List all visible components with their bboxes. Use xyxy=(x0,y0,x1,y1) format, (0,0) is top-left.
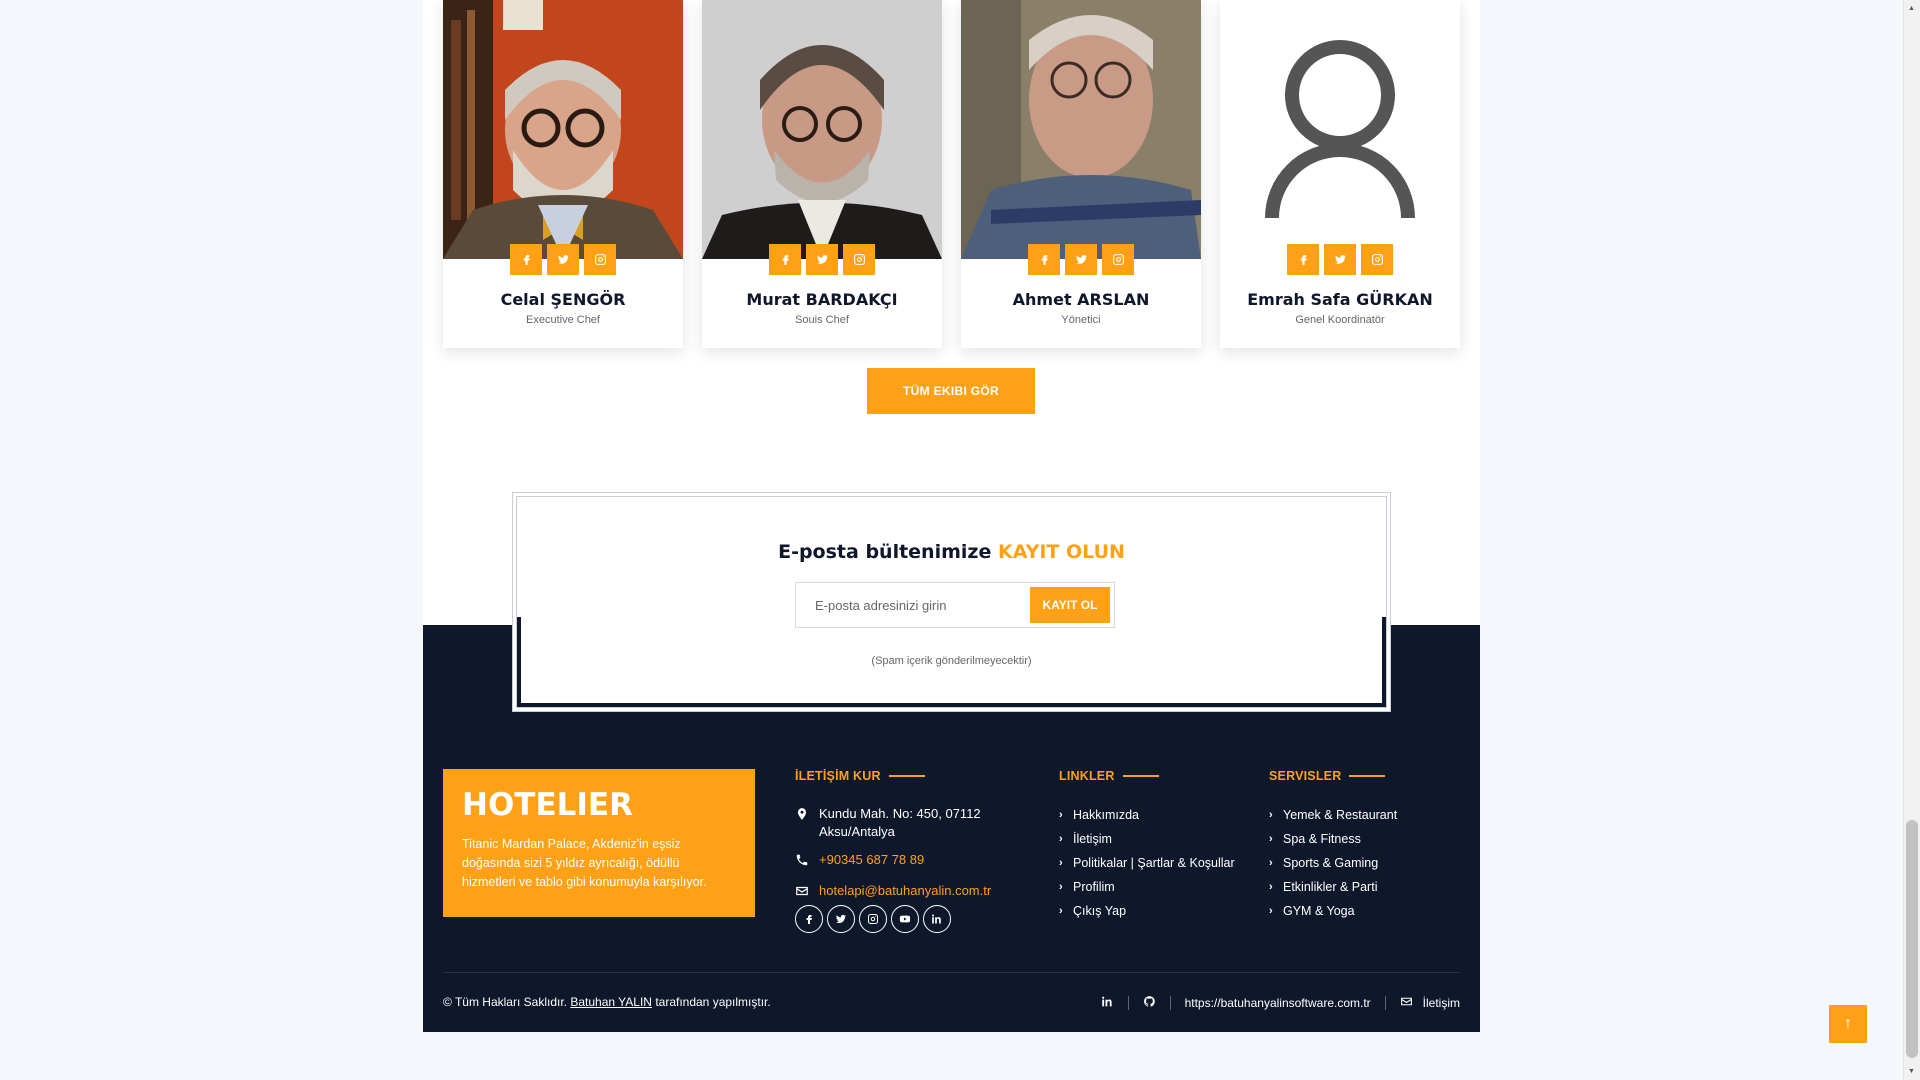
copyright: © Tüm Hakları Saklıdır. Batuhan YALIN ta… xyxy=(443,995,771,1009)
chevron-right-icon: › xyxy=(1059,857,1063,869)
linkedin-icon[interactable] xyxy=(1101,995,1114,1011)
chevron-right-icon: › xyxy=(1269,905,1273,917)
newsletter-title: E-posta bültenimize KAYIT OLUN xyxy=(778,541,1125,563)
team-card: Celal ŞENGÖR Executive Chef xyxy=(443,0,683,348)
twitter-icon[interactable] xyxy=(1065,244,1097,275)
team-card: Emrah Safa GÜRKAN Genel Koordinatör xyxy=(1220,0,1460,348)
link-policies[interactable]: › Politikalar | Şartlar & Koşullar xyxy=(1059,851,1235,875)
instagram-icon[interactable] xyxy=(1102,244,1134,275)
facebook-icon[interactable] xyxy=(1287,244,1319,275)
newsletter-box: E-posta bültenimize KAYIT OLUN KAYIT OL … xyxy=(512,492,1391,712)
service-sports[interactable]: › Sports & Gaming xyxy=(1269,851,1397,875)
footer-bottom-links: https://batuhanyalinsoftware.com.tr İlet… xyxy=(1101,995,1460,1011)
back-to-top-button[interactable]: ↑ xyxy=(1829,1005,1867,1043)
links-heading: LINKLER xyxy=(1059,769,1159,783)
contact-heading: İLETİŞİM KUR xyxy=(795,769,925,783)
chevron-right-icon: › xyxy=(1269,857,1273,869)
twitter-icon[interactable] xyxy=(1324,244,1356,275)
view-all-team-button[interactable]: TÜM EKIBI GÖR xyxy=(867,368,1035,414)
contact-link[interactable]: İletişim xyxy=(1423,996,1460,1010)
facebook-icon[interactable] xyxy=(510,244,542,275)
twitter-icon[interactable] xyxy=(547,244,579,275)
chevron-right-icon: › xyxy=(1059,905,1063,917)
phone-icon xyxy=(795,851,819,872)
link-profile[interactable]: › Profilim xyxy=(1059,875,1235,899)
scroll-down-icon[interactable]: ▼ xyxy=(1903,1063,1920,1080)
scroll-up-icon[interactable]: ▲ xyxy=(1903,0,1920,17)
link-logout[interactable]: › Çıkış Yap xyxy=(1059,899,1235,923)
instagram-icon[interactable] xyxy=(859,905,887,933)
team-member-name: Celal ŞENGÖR xyxy=(500,290,626,309)
arrow-up-icon: ↑ xyxy=(1844,1015,1852,1032)
team-photo xyxy=(443,0,683,259)
newsletter-note: (Spam içerik gönderilmeyecektir) xyxy=(871,655,1032,667)
address-text: Kundu Mah. No: 450, 07112 Aksu/Antalya xyxy=(819,806,981,839)
team-member-name: Murat BARDAKÇI xyxy=(746,290,898,309)
chevron-right-icon: › xyxy=(1059,881,1063,893)
services-list: › Yemek & Restaurant › Spa & Fitness › Spor… xyxy=(1269,803,1397,923)
github-icon[interactable] xyxy=(1143,995,1156,1011)
facebook-icon[interactable] xyxy=(1028,244,1060,275)
footer-divider xyxy=(443,972,1460,973)
link-contact[interactable]: › İletişim xyxy=(1059,827,1235,851)
chevron-right-icon: › xyxy=(1059,833,1063,845)
twitter-icon[interactable] xyxy=(827,905,855,933)
facebook-icon[interactable] xyxy=(769,244,801,275)
newsletter-email-input[interactable] xyxy=(797,584,1017,626)
team-member-role: Executive Chef xyxy=(526,314,600,326)
instagram-icon[interactable] xyxy=(584,244,616,275)
linkedin-icon[interactable] xyxy=(923,905,951,933)
team-socials xyxy=(443,244,683,275)
team-socials xyxy=(1220,244,1460,275)
chevron-right-icon: › xyxy=(1269,833,1273,845)
contact-info: Kundu Mah. No: 450, 07112 Aksu/Antalya +… xyxy=(795,805,1035,913)
author-link[interactable]: Batuhan YALIN xyxy=(570,995,652,1009)
chevron-right-icon: › xyxy=(1269,881,1273,893)
email-row: hotelapi@batuhanyalin.com.tr xyxy=(795,882,1035,903)
team-member-role: Yönetici xyxy=(1061,314,1101,326)
team-photo xyxy=(961,0,1201,259)
twitter-icon[interactable] xyxy=(806,244,838,275)
footer-social-links xyxy=(795,905,951,933)
page-content: Celal ŞENGÖR Executive Chef Murat BARDAK… xyxy=(423,0,1480,1032)
team-socials xyxy=(702,244,942,275)
envelope-icon xyxy=(1400,995,1413,1011)
facebook-icon[interactable] xyxy=(795,905,823,933)
newsletter-form: KAYIT OL xyxy=(795,582,1115,628)
team-photo xyxy=(702,0,942,259)
service-events[interactable]: › Etkinlikler & Parti xyxy=(1269,875,1397,899)
youtube-icon[interactable] xyxy=(891,905,919,933)
website-link[interactable]: https://batuhanyalinsoftware.com.tr xyxy=(1185,996,1371,1010)
chevron-right-icon: › xyxy=(1269,809,1273,821)
subscribe-button[interactable]: KAYIT OL xyxy=(1030,587,1110,623)
scrollbar[interactable]: ▲ ▼ xyxy=(1903,0,1920,1080)
links-list: › Hakkımızda › İletişim › Politikalar | Şar… xyxy=(1059,803,1235,923)
service-restaurant[interactable]: › Yemek & Restaurant xyxy=(1269,803,1397,827)
team-member-name: Emrah Safa GÜRKAN xyxy=(1247,290,1433,309)
user-placeholder-icon xyxy=(1220,0,1460,259)
brand-description: Titanic Mardan Palace, Akdeniz'in eşsiz … xyxy=(462,837,707,889)
link-about[interactable]: › Hakkımızda xyxy=(1059,803,1235,827)
map-marker-icon xyxy=(795,805,819,826)
team-member-role: Souis Chef xyxy=(795,314,849,326)
footer-brand: HOTELIER Titanic Mardan Palace, Akdeniz'… xyxy=(443,769,755,917)
service-spa[interactable]: › Spa & Fitness xyxy=(1269,827,1397,851)
team-card: Ahmet ARSLAN Yönetici xyxy=(961,0,1201,348)
phone-row: +90345 687 78 89 xyxy=(795,851,1035,872)
phone-text[interactable]: +90345 687 78 89 xyxy=(819,851,924,869)
scrollbar-thumb[interactable] xyxy=(1906,820,1918,1058)
team-member-name: Ahmet ARSLAN xyxy=(1012,290,1150,309)
brand-title[interactable]: HOTELIER xyxy=(462,787,736,823)
chevron-right-icon: › xyxy=(1059,809,1063,821)
instagram-icon[interactable] xyxy=(1361,244,1393,275)
envelope-icon xyxy=(795,882,819,903)
team-socials xyxy=(961,244,1201,275)
team-member-role: Genel Koordinatör xyxy=(1295,314,1385,326)
team-card: Murat BARDAKÇI Souis Chef xyxy=(702,0,942,348)
services-heading: SERVISLER xyxy=(1269,769,1386,783)
service-gym[interactable]: › GYM & Yoga xyxy=(1269,899,1397,923)
instagram-icon[interactable] xyxy=(843,244,875,275)
email-text[interactable]: hotelapi@batuhanyalin.com.tr xyxy=(819,882,991,900)
address-row: Kundu Mah. No: 450, 07112 Aksu/Antalya xyxy=(795,805,1035,841)
